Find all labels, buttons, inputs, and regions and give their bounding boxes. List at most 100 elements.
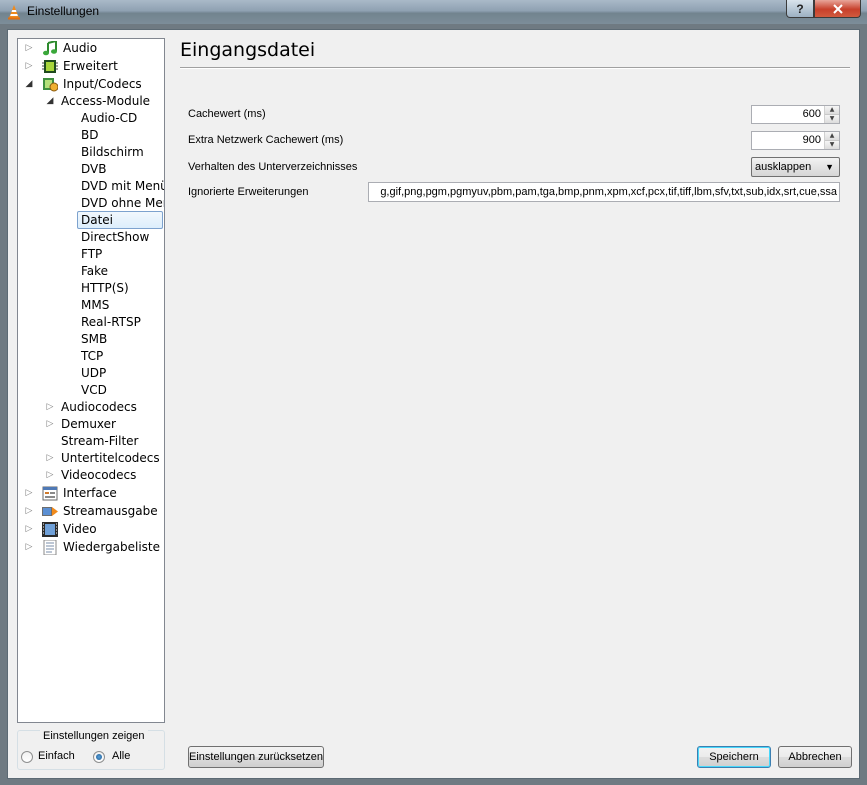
tree-item-label: MMS bbox=[81, 298, 110, 312]
tree-item-wiedergabeliste[interactable]: ▷ Wiedergabeliste bbox=[18, 539, 164, 556]
all-radio-label[interactable]: Alle bbox=[112, 750, 130, 762]
tree-item-streamausgabe[interactable]: ▷ Streamausgabe bbox=[18, 503, 164, 520]
subdir-label: Verhalten des Unterverzeichnisses bbox=[188, 161, 358, 173]
expand-arrow-icon[interactable]: ▷ bbox=[24, 539, 34, 556]
all-radio[interactable] bbox=[93, 751, 105, 763]
save-button[interactable]: Speichern bbox=[697, 746, 771, 768]
tree-item-stream-filter[interactable]: Stream-Filter bbox=[18, 433, 164, 450]
tree-item-label: Real-RTSP bbox=[81, 315, 141, 329]
page-title: Eingangsdatei bbox=[180, 39, 316, 61]
playlist-icon bbox=[43, 540, 57, 555]
cache-spinbox[interactable]: 600 ▲ ▼ bbox=[751, 105, 840, 124]
tree-item-label: Erweitert bbox=[63, 59, 118, 73]
chevron-down-icon: ▼ bbox=[825, 162, 834, 172]
tree-item-real-rtsp[interactable]: Real-RTSP bbox=[18, 314, 164, 331]
expand-arrow-icon[interactable]: ▷ bbox=[24, 58, 34, 75]
vlc-cone-icon bbox=[8, 5, 20, 20]
tree-item-dvd-ohne-menues[interactable]: DVD ohne Menüs bbox=[18, 195, 164, 212]
tree-item-audio-cd[interactable]: Audio-CD bbox=[18, 110, 164, 127]
tree-item-label: VCD bbox=[81, 383, 107, 397]
simple-radio[interactable] bbox=[21, 751, 33, 763]
tree-item-fake[interactable]: Fake bbox=[18, 263, 164, 280]
tree-item-smb[interactable]: SMB bbox=[18, 331, 164, 348]
reset-settings-button[interactable]: Einstellungen zurücksetzen bbox=[188, 746, 324, 768]
tree-item-label: Demuxer bbox=[61, 417, 116, 431]
tree-item-tcp[interactable]: TCP bbox=[18, 348, 164, 365]
tree-item-audio[interactable]: ▷ Audio bbox=[18, 40, 164, 57]
show-settings-title: Einstellungen zeigen bbox=[40, 730, 148, 742]
tree-item-label: Interface bbox=[63, 486, 117, 500]
collapse-arrow-icon[interactable]: ◢ bbox=[45, 93, 55, 110]
tree-item-interface[interactable]: ▷ Interface bbox=[18, 485, 164, 502]
film-icon bbox=[42, 522, 58, 537]
close-button[interactable] bbox=[814, 0, 861, 18]
cancel-button[interactable]: Abbrechen bbox=[778, 746, 852, 768]
spin-down-icon[interactable]: ▼ bbox=[825, 114, 839, 123]
tree-item-untertitelcodecs[interactable]: ▷ Untertitelcodecs bbox=[18, 450, 164, 467]
tree-item-dvb[interactable]: DVB bbox=[18, 161, 164, 178]
cache-label: Cachewert (ms) bbox=[188, 108, 266, 120]
interface-icon bbox=[42, 486, 58, 501]
expand-arrow-icon[interactable]: ▷ bbox=[45, 467, 55, 484]
tree-item-mms[interactable]: MMS bbox=[18, 297, 164, 314]
tree-item-label: Wiedergabeliste bbox=[63, 540, 161, 554]
codec-icon bbox=[43, 78, 58, 92]
expand-arrow-icon[interactable]: ▷ bbox=[24, 485, 34, 502]
simple-radio-label[interactable]: Einfach bbox=[38, 750, 75, 762]
ignored-extensions-label: Ignorierte Erweiterungen bbox=[188, 186, 309, 198]
expand-arrow-icon[interactable]: ▷ bbox=[45, 450, 55, 467]
spin-down-icon[interactable]: ▼ bbox=[825, 140, 839, 149]
ignored-extensions-value: g,gif,png,pgm,pgmyuv,pbm,pam,tga,bmp,pnm… bbox=[380, 186, 837, 198]
show-settings-group: Einstellungen zeigen Einfach Alle bbox=[17, 730, 165, 770]
tree-item-videocodecs[interactable]: ▷ Videocodecs bbox=[18, 467, 164, 484]
close-icon bbox=[832, 3, 843, 14]
tree-item-audiocodecs[interactable]: ▷ Audiocodecs bbox=[18, 399, 164, 416]
settings-dialog: ▷ Audio ▷ Erweitert ◢ Input/Codecs ◢ Acc… bbox=[7, 29, 860, 779]
tree-item-label: Fake bbox=[81, 264, 109, 278]
tree-item-udp[interactable]: UDP bbox=[18, 365, 164, 382]
tree-item-demuxer[interactable]: ▷ Demuxer bbox=[18, 416, 164, 433]
tree-item-label: Audiocodecs bbox=[61, 400, 137, 414]
tree-item-label: Audio-CD bbox=[81, 111, 138, 125]
category-tree[interactable]: ▷ Audio ▷ Erweitert ◢ Input/Codecs ◢ Acc… bbox=[17, 38, 165, 723]
tree-item-datei[interactable]: Datei bbox=[18, 211, 164, 229]
tree-item-bd[interactable]: BD bbox=[18, 127, 164, 144]
tree-item-label: DVB bbox=[81, 162, 107, 176]
spin-up-icon[interactable]: ▲ bbox=[825, 132, 839, 140]
help-button[interactable]: ? bbox=[786, 0, 814, 18]
tree-item-bildschirm[interactable]: Bildschirm bbox=[18, 144, 164, 161]
tree-item-label: UDP bbox=[81, 366, 107, 380]
expand-arrow-icon[interactable]: ▷ bbox=[45, 399, 55, 416]
expand-arrow-icon[interactable]: ▷ bbox=[24, 40, 34, 57]
expand-arrow-icon[interactable]: ▷ bbox=[45, 416, 55, 433]
tree-item-label: DVD mit Menüs bbox=[81, 179, 165, 193]
net-cache-value: 900 bbox=[802, 134, 821, 146]
tree-item-label: Access-Module bbox=[61, 94, 151, 108]
tree-item-erweitert[interactable]: ▷ Erweitert bbox=[18, 58, 164, 75]
subdir-dropdown[interactable]: ausklappen ▼ bbox=[751, 157, 840, 177]
tree-item-https[interactable]: HTTP(S) bbox=[18, 280, 164, 297]
tree-item-label: Input/Codecs bbox=[63, 77, 142, 91]
net-cache-spinbox[interactable]: 900 ▲ ▼ bbox=[751, 131, 840, 150]
tree-item-label: Streamausgabe bbox=[63, 504, 158, 518]
expand-arrow-icon[interactable]: ▷ bbox=[24, 503, 34, 520]
ignored-extensions-input[interactable]: g,gif,png,pgm,pgmyuv,pbm,pam,tga,bmp,pnm… bbox=[368, 182, 840, 202]
tree-item-dvd-mit-menues[interactable]: DVD mit Menüs bbox=[18, 178, 165, 195]
chip-icon bbox=[42, 60, 58, 73]
spin-up-icon[interactable]: ▲ bbox=[825, 106, 839, 114]
tree-item-ftp[interactable]: FTP bbox=[18, 246, 164, 263]
tree-item-input-codecs[interactable]: ◢ Input/Codecs bbox=[18, 76, 164, 93]
collapse-arrow-icon[interactable]: ◢ bbox=[24, 76, 34, 93]
tree-item-label: DirectShow bbox=[81, 230, 150, 244]
tree-item-video[interactable]: ▷ Video bbox=[18, 521, 164, 538]
tree-item-directshow[interactable]: DirectShow bbox=[18, 229, 164, 246]
tree-item-label: HTTP(S) bbox=[81, 281, 129, 295]
title-bar[interactable]: Einstellungen ? bbox=[0, 0, 867, 24]
tree-item-vcd[interactable]: VCD bbox=[18, 382, 164, 399]
cache-value: 600 bbox=[802, 108, 821, 120]
tree-item-access-module[interactable]: ◢ Access-Module bbox=[18, 93, 164, 110]
expand-arrow-icon[interactable]: ▷ bbox=[24, 521, 34, 538]
tree-item-label: SMB bbox=[81, 332, 108, 346]
tree-item-label: Datei bbox=[77, 211, 163, 229]
tree-item-label: BD bbox=[81, 128, 99, 142]
